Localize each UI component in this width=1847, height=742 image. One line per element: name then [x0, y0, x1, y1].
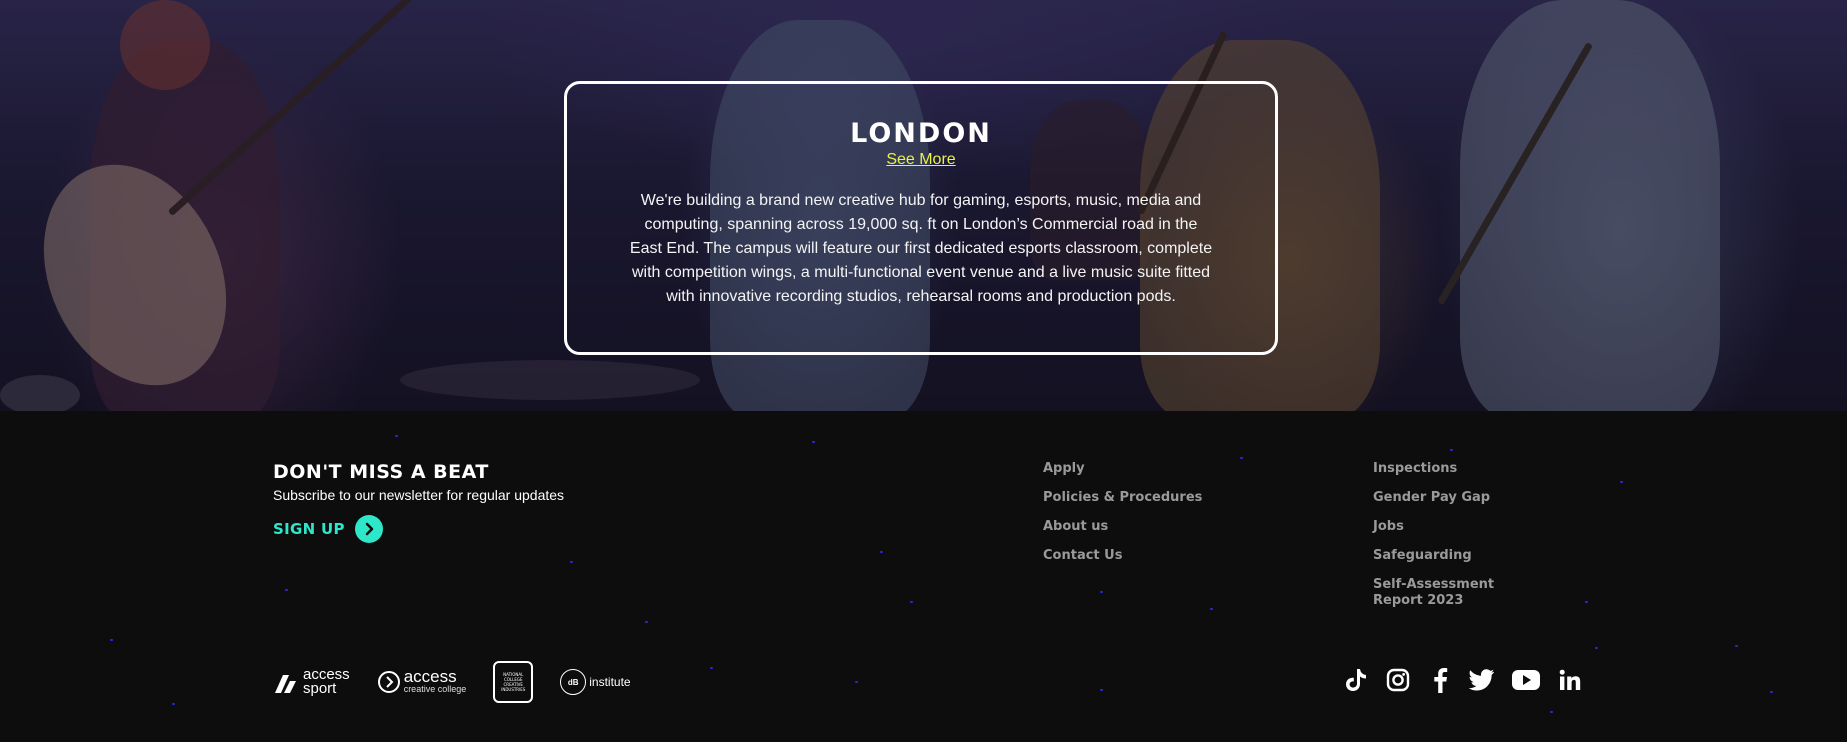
dbs-mark-text: dB — [567, 677, 579, 687]
dbs-institute-logo[interactable]: dB institute — [560, 669, 631, 695]
campus-description: We're building a brand new creative hub … — [629, 192, 1213, 305]
access-sport-line2: sport — [303, 680, 337, 697]
access-creative-line2: creative college — [403, 684, 467, 694]
footer-link-policies[interactable]: Policies & Procedures — [1043, 490, 1202, 506]
footer-link-safeguarding[interactable]: Safeguarding — [1373, 548, 1533, 564]
footer-link-contact[interactable]: Contact Us — [1043, 548, 1202, 564]
dbs-institute-text: institute — [589, 675, 631, 689]
access-creative-logo[interactable]: access creative college — [377, 667, 467, 694]
signup-button[interactable]: SIGN UP — [273, 515, 383, 543]
newsletter-title: DON'T MISS A BEAT — [273, 461, 489, 483]
signup-label: SIGN UP — [273, 520, 345, 538]
youtube-icon[interactable] — [1511, 667, 1541, 693]
footer-link-gender-pay-gap[interactable]: Gender Pay Gap — [1373, 490, 1533, 506]
access-sport-mark-icon — [275, 675, 296, 693]
twitter-icon[interactable] — [1469, 667, 1495, 693]
instagram-icon[interactable] — [1385, 667, 1411, 693]
ncci-badge: NATIONAL COLLEGE CREATIVE INDUSTRIES — [493, 661, 534, 703]
footer-link-apply[interactable]: Apply — [1043, 461, 1202, 477]
access-sport-logo[interactable]: access sport — [273, 667, 350, 697]
facebook-icon[interactable] — [1427, 667, 1453, 693]
chevron-right-icon — [354, 515, 383, 543]
access-creative-mark-icon — [377, 671, 400, 693]
ncci-logo[interactable]: NATIONAL COLLEGE CREATIVE INDUSTRIES — [493, 661, 534, 703]
tiktok-icon[interactable] — [1343, 667, 1369, 693]
dbs-mark-icon: dB — [560, 669, 587, 695]
footer-link-jobs[interactable]: Jobs — [1373, 519, 1533, 535]
hero-section: LONDON See More We're building a brand n… — [0, 0, 1847, 411]
social-links — [1343, 667, 1583, 693]
campus-title: LONDON — [850, 118, 992, 149]
footer-link-about[interactable]: About us — [1043, 519, 1202, 535]
footer-link-inspections[interactable]: Inspections — [1373, 461, 1533, 477]
footer-links-secondary: Inspections Gender Pay Gap Jobs Safeguar… — [1373, 461, 1533, 622]
footer: DON'T MISS A BEAT Subscribe to our newsl… — [0, 411, 1847, 742]
see-more-link[interactable]: See More — [567, 151, 1275, 169]
linkedin-icon[interactable] — [1557, 667, 1583, 693]
newsletter-subtitle: Subscribe to our newsletter for regular … — [273, 487, 565, 503]
partner-logos: access sport access creative college NAT… — [273, 661, 658, 703]
campus-card: LONDON See More We're building a brand n… — [564, 81, 1278, 355]
footer-link-self-assessment[interactable]: Self-Assessment Report 2023 — [1373, 577, 1533, 609]
access-creative-line1: access — [403, 667, 457, 686]
footer-links-primary: Apply Policies & Procedures About us Con… — [1043, 461, 1202, 577]
